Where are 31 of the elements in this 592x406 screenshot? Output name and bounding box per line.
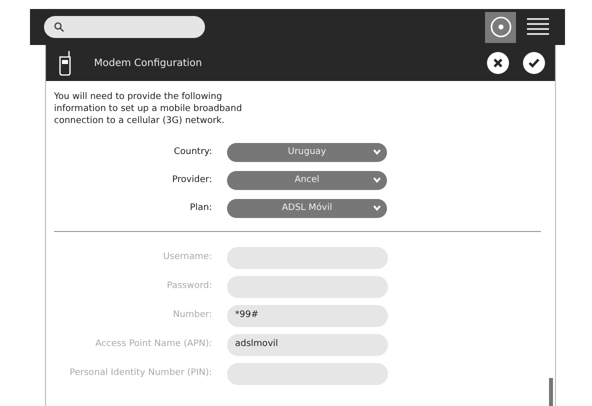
select-label: Country: xyxy=(172,146,213,159)
input-field[interactable] xyxy=(227,363,388,385)
chevron-icon xyxy=(373,205,381,211)
input-field[interactable] xyxy=(227,247,388,269)
input-field[interactable]: adslmovil xyxy=(227,334,388,356)
dropdown[interactable]: ADSL Móvil xyxy=(227,199,387,218)
dropdown[interactable]: Uruguay xyxy=(227,143,387,162)
circle-icon xyxy=(490,16,512,38)
menu-icon xyxy=(526,17,548,37)
cancel-button[interactable] xyxy=(487,52,509,74)
search-icon xyxy=(54,22,64,32)
field-label: Password: xyxy=(166,280,213,294)
input-field[interactable]: *99# xyxy=(227,305,388,327)
intro-text: You will need to provide the following information to set up a mobile broadband connection to a cellular (3G) network. xyxy=(54,91,243,127)
field-label: Number: xyxy=(172,309,213,322)
field-label: Access Point Name (APN): xyxy=(94,338,213,352)
search-field[interactable] xyxy=(44,16,205,38)
chevron-icon xyxy=(373,177,381,183)
select-label: Provider: xyxy=(171,174,213,187)
phone-icon xyxy=(58,50,72,76)
dialog-title: Modem Configuration xyxy=(94,56,202,70)
scrollbar-thumb[interactable] xyxy=(549,378,553,406)
input-field[interactable] xyxy=(227,276,388,298)
chevron-icon xyxy=(373,149,381,155)
check-icon xyxy=(528,58,540,68)
dropdown[interactable]: Ancel xyxy=(227,171,387,190)
confirm-button[interactable] xyxy=(523,52,545,74)
field-label: Username: xyxy=(162,251,213,264)
close-icon xyxy=(493,58,503,68)
field-label: Personal Identity Number (PIN): xyxy=(68,367,213,380)
select-label: Plan: xyxy=(188,202,213,215)
